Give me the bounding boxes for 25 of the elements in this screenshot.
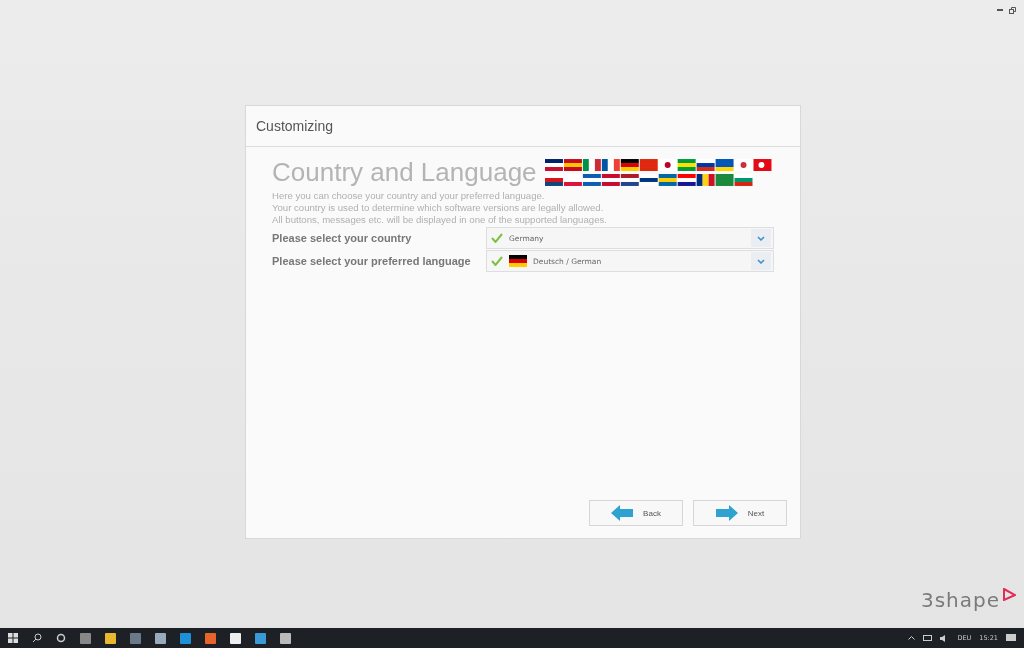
browser-icon[interactable] [180, 632, 191, 644]
task-view-icon[interactable] [80, 632, 91, 644]
dialog-title: Customizing [246, 106, 800, 147]
next-button[interactable]: Next [693, 500, 787, 526]
circle-icon[interactable] [56, 633, 66, 643]
restore-icon[interactable] [1009, 6, 1016, 14]
app-icon[interactable] [280, 632, 291, 644]
right-arrow-icon [715, 505, 738, 521]
network-icon[interactable] [923, 634, 933, 642]
field-label: Please select your country [272, 232, 413, 244]
field-label: Please select your preferred language [272, 255, 472, 267]
windows-start-icon[interactable] [8, 633, 18, 643]
folder-icon[interactable] [105, 632, 116, 644]
notification-icon[interactable] [1006, 633, 1016, 643]
back-button[interactable]: Back [589, 500, 683, 526]
app-icon[interactable] [230, 632, 241, 644]
triangle-logo-icon [1002, 588, 1016, 601]
page-heading: Country and Language [272, 157, 537, 188]
chevron-up-icon[interactable] [908, 636, 916, 640]
brand-logo-text: 3shape [920, 588, 1000, 612]
description-text: Here you can choose your country and your preferred language. Your country is used to determine which software versions are legally allowed. All buttons, messages etc. will be displayed in one of the supported languages. [272, 190, 608, 226]
search-icon[interactable] [32, 633, 42, 643]
left-arrow-icon [611, 505, 634, 521]
browser-icon[interactable] [205, 632, 216, 644]
app-icon[interactable] [155, 632, 166, 644]
